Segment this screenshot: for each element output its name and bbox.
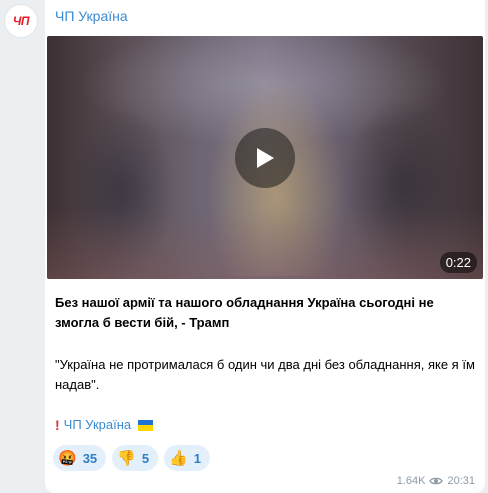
message-meta: 1.64K 20:31 xyxy=(397,475,475,487)
eye-icon xyxy=(429,477,444,485)
post-headline: Без нашої армії та нашого обладнання Укр… xyxy=(55,295,434,330)
reaction-angry[interactable]: 🤬 35 xyxy=(53,445,107,471)
message-bubble: ЧП Україна 0:22 Без нашої армії та нашог… xyxy=(45,0,485,493)
reaction-count: 1 xyxy=(193,450,201,466)
channel-avatar[interactable]: ЧП xyxy=(4,4,38,38)
channel-name[interactable]: ЧП Україна xyxy=(55,8,128,24)
thumbs-up-icon: 👍 xyxy=(169,449,188,467)
signature-link[interactable]: ЧП Україна xyxy=(64,416,131,434)
reaction-thumbs-up[interactable]: 👍 1 xyxy=(164,445,210,471)
video-duration: 0:22 xyxy=(439,252,477,273)
view-count: 1.64K xyxy=(396,475,426,487)
video-preview[interactable]: 0:22 xyxy=(47,36,483,279)
reactions-bar: 🤬 35 👎 5 👍 1 xyxy=(53,445,210,471)
reaction-thumbs-down[interactable]: 👎 5 xyxy=(112,445,159,471)
reaction-count: 35 xyxy=(82,450,98,466)
post-signature[interactable]: ! ЧП Україна xyxy=(55,416,154,434)
play-button[interactable] xyxy=(235,128,295,188)
play-icon xyxy=(257,148,274,168)
ukraine-flag-icon xyxy=(138,419,154,431)
post-quote: "Україна не протрималася б один чи два д… xyxy=(55,357,475,392)
exclamation-icon: ! xyxy=(55,417,60,433)
video-blur-layer xyxy=(47,209,483,279)
angry-face-icon: 🤬 xyxy=(58,449,77,467)
message-time: 20:31 xyxy=(447,475,475,487)
reaction-count: 5 xyxy=(141,450,150,466)
thumbs-down-icon: 👎 xyxy=(117,449,136,467)
avatar-text: ЧП xyxy=(12,14,30,28)
